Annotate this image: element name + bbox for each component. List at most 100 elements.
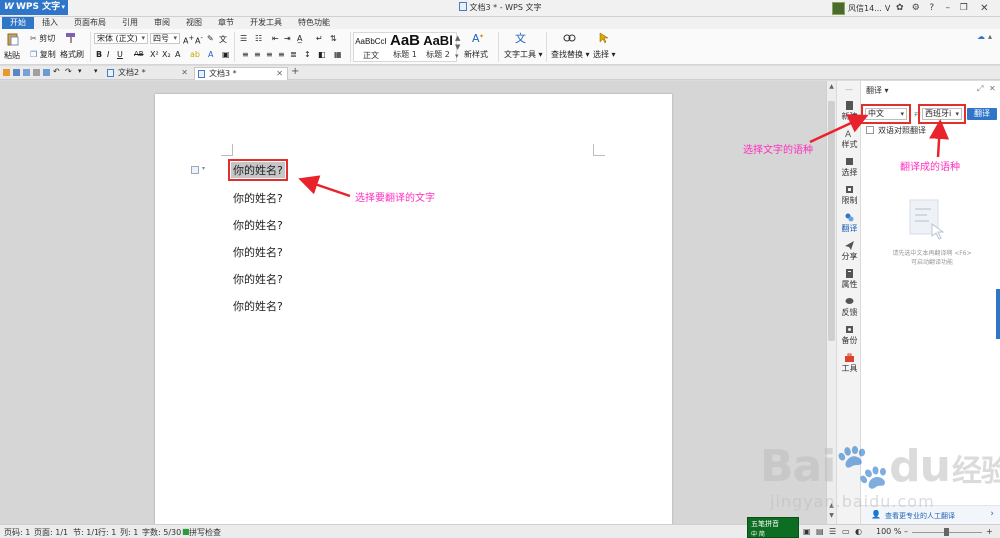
side-tool-new[interactable]: 新建 [837, 101, 862, 122]
grow-font-icon[interactable]: A+ [183, 34, 194, 46]
status-section[interactable]: 节: 1/1 [73, 527, 99, 538]
new-tab-icon[interactable]: + [291, 66, 299, 77]
align-right-icon[interactable]: ≡ [266, 50, 273, 59]
char-border-icon[interactable]: ▣ [222, 50, 230, 59]
font-color-icon[interactable]: A [208, 50, 213, 59]
ime-toolbar[interactable]: 五笔拼音 中 简 [747, 517, 799, 538]
text-line[interactable]: 你的姓名? [233, 244, 283, 260]
find-replace-button[interactable]: 查找替换 ▾ [551, 49, 590, 60]
side-tool-share[interactable]: 分享 [837, 241, 862, 262]
clear-format-icon[interactable]: ✎ [207, 34, 214, 43]
document-page[interactable]: ▾ 你的姓名? 你的姓名? 你的姓名? 你的姓名? 你的姓名? 你的姓名? [155, 94, 672, 534]
side-tool-feedback[interactable]: 反馈 [837, 297, 862, 318]
bold-icon[interactable]: B [96, 50, 102, 59]
format-painter-icon[interactable] [65, 32, 77, 46]
chevron-down-icon[interactable]: ▾ [94, 67, 98, 75]
cursor-select-icon[interactable] [599, 32, 609, 46]
source-language-select[interactable]: 中文 [861, 104, 911, 124]
zoom-in-icon[interactable]: + [986, 527, 993, 536]
status-pages[interactable]: 页面: 1/1 [34, 527, 68, 538]
tab-home[interactable]: 开始 [2, 17, 34, 29]
tab-special[interactable]: 特色功能 [290, 17, 338, 29]
superscript-icon[interactable]: X² [150, 50, 159, 59]
cut-button[interactable]: ✂ 剪切 [30, 33, 55, 44]
close-icon[interactable]: ✕ [973, 3, 995, 14]
text-tools-button[interactable]: 文字工具 ▾ [504, 49, 543, 60]
ime-mode[interactable]: 中 简 [751, 529, 765, 538]
format-painter-button[interactable]: 格式刷 [60, 49, 84, 60]
print-icon[interactable] [23, 69, 30, 76]
cloud-icon[interactable]: ☁ [977, 32, 985, 41]
tab-page-layout[interactable]: 页面布局 [66, 17, 114, 29]
skin-icon[interactable]: ✿ [893, 3, 906, 13]
doc-tab-1[interactable]: 文档2 * ✕ [104, 67, 192, 80]
scrollbar-thumb[interactable] [828, 101, 835, 341]
highlight-icon[interactable]: ab [190, 50, 200, 59]
side-tool-backup[interactable]: 备份 [837, 325, 862, 346]
reading-view-icon[interactable]: ▭ [842, 527, 850, 536]
help-icon[interactable]: ? [925, 3, 938, 13]
side-tool-restrict[interactable]: 限制 [837, 185, 862, 206]
new-style-button[interactable]: 新样式 [464, 49, 488, 60]
underline-icon[interactable]: U [117, 50, 123, 59]
justify-icon[interactable]: ≡ [278, 50, 285, 59]
save-icon[interactable] [13, 69, 20, 76]
style-normal[interactable]: AaBbCcI 正文 [354, 32, 388, 61]
bullet-list-icon[interactable]: ☰ [240, 34, 247, 43]
preview-icon[interactable] [33, 69, 40, 76]
chevron-down-icon[interactable]: ▾ [202, 165, 205, 172]
text-tools-icon[interactable]: 文 [515, 31, 527, 46]
font-size-select[interactable]: 四号 [150, 33, 180, 44]
doc-tab-2[interactable]: 文档3 * ✕ [194, 67, 288, 80]
find-replace-icon[interactable] [563, 32, 576, 46]
italic-icon[interactable]: I [107, 50, 109, 59]
shrink-font-icon[interactable]: A- [195, 34, 203, 46]
subscript-icon[interactable]: X₂ [162, 50, 171, 59]
show-marks-icon[interactable]: ↵ [316, 34, 323, 43]
open-icon[interactable] [3, 69, 10, 76]
style-heading-1[interactable]: AaB 标题 1 [388, 32, 422, 60]
app-menu-button[interactable]: W WPS 文字 ▾ [0, 0, 68, 15]
close-tab-icon[interactable]: ✕ [276, 68, 283, 80]
shading-icon[interactable]: ◧ [318, 50, 326, 59]
style-heading-2[interactable]: AaBl 标题 2 [421, 32, 455, 60]
status-row[interactable]: 行: 1 [98, 527, 116, 538]
swap-languages-icon[interactable]: ⇄ [914, 109, 921, 118]
translate-button[interactable]: 翻译 [967, 108, 997, 120]
status-word-count[interactable]: 字数: 5/30 [142, 527, 181, 538]
tab-review[interactable]: 审阅 [146, 17, 178, 29]
paragraph-handle-icon[interactable] [191, 166, 199, 174]
close-tab-icon[interactable]: ✕ [181, 67, 188, 79]
style-scroll-up-icon[interactable]: ▲ [455, 34, 460, 42]
chinese-layout-icon[interactable]: A̲ [297, 34, 302, 43]
strikethrough-icon[interactable]: AB [134, 50, 144, 58]
text-line[interactable]: 你的姓名? [233, 271, 283, 287]
minimize-icon[interactable]: – [941, 3, 954, 13]
view-mode-icon[interactable]: ▣ [803, 527, 811, 536]
tab-developer[interactable]: 开发工具 [242, 17, 290, 29]
bilingual-checkbox[interactable] [866, 126, 874, 134]
next-page-icon[interactable]: ▼ [828, 512, 835, 519]
text-line[interactable]: 你的姓名? [233, 217, 283, 233]
align-left-icon[interactable]: ≡ [242, 50, 249, 59]
increase-indent-icon[interactable]: ⇥ [284, 34, 291, 43]
side-tool-style[interactable]: A 样式 [837, 129, 862, 150]
web-layout-icon[interactable]: ▤ [816, 527, 824, 536]
redo-icon[interactable]: ↷ [65, 67, 72, 76]
tab-insert[interactable]: 插入 [34, 17, 66, 29]
paste-button[interactable] [6, 32, 20, 46]
text-line[interactable]: 你的姓名? [233, 190, 283, 206]
restore-icon[interactable]: ❐ [957, 3, 970, 13]
align-center-icon[interactable]: ≡ [254, 50, 261, 59]
number-list-icon[interactable]: ☷ [255, 34, 262, 43]
tab-chapter[interactable]: 章节 [210, 17, 242, 29]
user-name[interactable]: 风信14... [848, 3, 882, 14]
zoom-slider-handle[interactable] [944, 528, 949, 536]
collapse-ribbon-icon[interactable]: ▴ [988, 32, 992, 41]
sort-icon[interactable]: ⇅ [330, 34, 337, 43]
decrease-indent-icon[interactable]: ⇤ [272, 34, 279, 43]
customize-toolbar-icon[interactable]: ▾ [78, 67, 82, 75]
gear-icon[interactable]: ⚙ [909, 3, 922, 13]
panel-title[interactable]: 翻译 ▾ [866, 85, 889, 96]
side-panel-edge-tab[interactable] [996, 289, 1000, 339]
